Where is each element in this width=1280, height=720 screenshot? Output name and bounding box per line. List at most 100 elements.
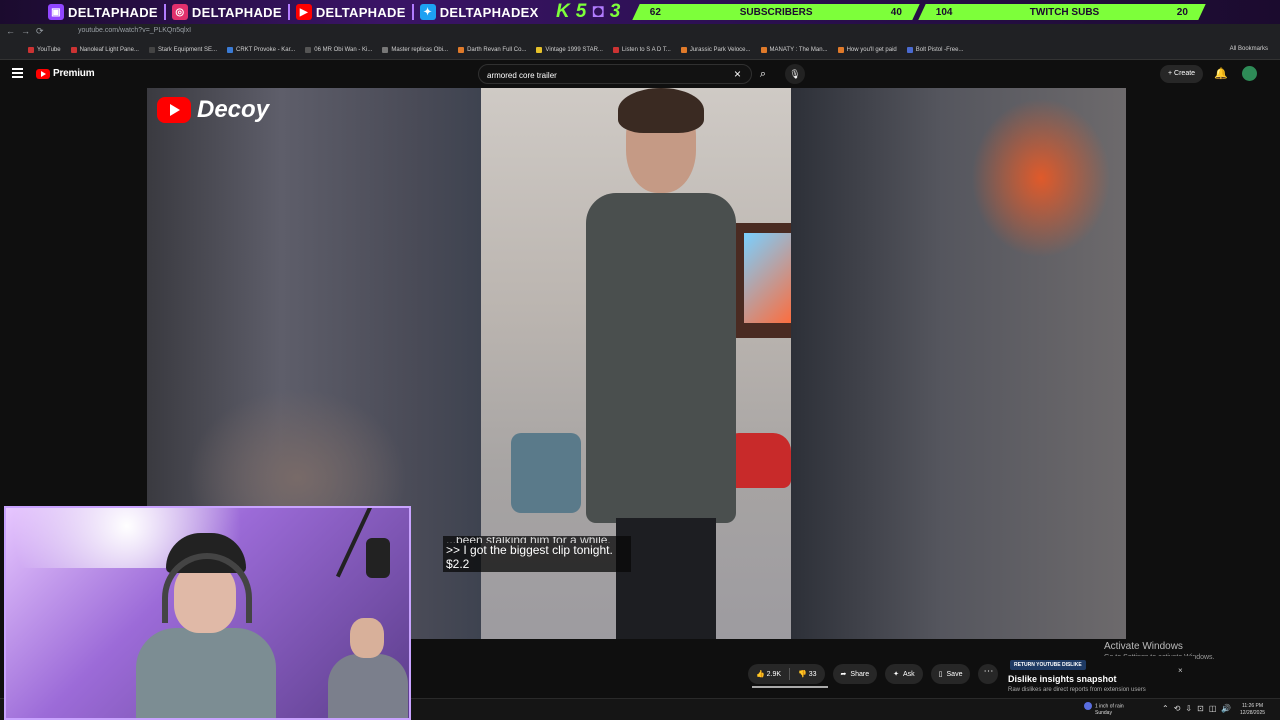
weather-day: Sunday xyxy=(1095,710,1112,717)
person-torso xyxy=(586,193,736,523)
weather-text: 1 inch of rain xyxy=(1095,703,1124,710)
twitch-subs-current: 104 xyxy=(936,6,954,18)
subscribers-current: 62 xyxy=(650,6,662,18)
system-tray-icons[interactable]: ⌃⟲⇩⊡◫🔊 xyxy=(1162,704,1236,713)
bookmark-item[interactable]: CRKT Provoke - Kar... xyxy=(227,46,295,53)
social-handle: DELTAPHADEX xyxy=(439,4,539,20)
bookmark-item[interactable]: How you'll get paid xyxy=(837,46,897,53)
bookmark-item[interactable]: 06 MR Obi Wan - Ki... xyxy=(305,46,372,53)
youtube-premium-logo[interactable]: Premium xyxy=(36,68,95,79)
taskbar-clock[interactable]: 11:26 PM 12/28/2025 xyxy=(1240,703,1265,717)
bookmark-icon: ▯ xyxy=(938,671,943,678)
toy-car-blue xyxy=(511,433,581,513)
bookmark-favicon-icon xyxy=(382,46,389,53)
bookmark-favicon-icon xyxy=(906,46,913,53)
url-text[interactable]: youtube.com/watch?v=_PLKQn5qlxI xyxy=(78,27,191,34)
ask-button[interactable]: ✦ Ask xyxy=(885,664,923,684)
clear-search-icon[interactable]: × xyxy=(734,67,741,81)
youtube-header: Premium armored core trailer × ⌕ 🎙 + Cre… xyxy=(0,60,1280,88)
weather-widget[interactable]: 1 inch of rain Sunday xyxy=(1084,702,1124,717)
logo-text: Premium xyxy=(53,68,95,79)
background-person-face xyxy=(350,618,384,658)
bookmark-item[interactable]: YouTube xyxy=(28,46,61,53)
nav-buttons[interactable]: ←→⟳ xyxy=(6,26,50,37)
activate-title: Activate Windows xyxy=(1104,641,1183,652)
social-twitter: ✦ DELTAPHADEX xyxy=(419,4,545,20)
social-instagram: ◎ DELTAPHADE xyxy=(171,4,290,20)
dislike-insights-popup: RETURN YOUTUBE DISLIKE × Dislike insight… xyxy=(1004,656,1194,700)
social-youtube: ▶ DELTAPHADE xyxy=(295,4,414,20)
divider xyxy=(789,668,791,680)
bookmark-item[interactable]: Listen to S A D T... xyxy=(612,46,671,53)
avatar[interactable] xyxy=(1242,66,1257,81)
youtube-favicon-icon xyxy=(28,46,34,53)
channel-wordmark: Decoy xyxy=(157,96,269,124)
bookmark-item[interactable]: Vintage 1999 STAR... xyxy=(536,46,603,53)
search-input[interactable]: armored core trailer × xyxy=(478,64,752,84)
dislike-button[interactable]: 👎 33 xyxy=(798,670,816,678)
microphone-icon[interactable]: 🎙 xyxy=(785,64,805,84)
tv-screen xyxy=(736,223,791,338)
twitch-subs-label: TWITCH SUBS xyxy=(1030,6,1100,18)
bookmark-item[interactable]: Darth Revan Full Co... xyxy=(458,46,526,53)
share-label: Share xyxy=(850,670,870,678)
extension-badge: RETURN YOUTUBE DISLIKE xyxy=(1010,660,1086,670)
menu-icon[interactable] xyxy=(12,68,23,78)
streamer-hoodie xyxy=(136,628,276,718)
all-bookmarks-button[interactable]: All Bookmarks xyxy=(1230,46,1268,52)
subscribers-label: SUBSCRIBERS xyxy=(739,6,813,18)
share-icon: ➦ xyxy=(840,671,847,678)
save-label: Save xyxy=(946,670,963,678)
bookmark-item[interactable]: Jurassic Park Veloce... xyxy=(680,46,751,53)
like-count: 2.9K xyxy=(766,671,782,678)
social-handles: ▣ DELTAPHADE ◎ DELTAPHADE ▶ DELTAPHADE ✦ DEL… xyxy=(48,2,545,22)
bookmark-item[interactable]: MANATY : The Man... xyxy=(760,46,828,53)
subscribers-counter: 62 SUBSCRIBERS 40 xyxy=(632,4,921,20)
twitch-logo-icon: ◘ xyxy=(592,1,604,22)
video-blur-right xyxy=(791,88,1126,639)
bookmark-item[interactable]: Nanoleaf Light Pane... xyxy=(70,46,139,53)
popup-title: Dislike insights snapshot xyxy=(1008,674,1117,684)
more-options-icon[interactable]: ⋯ xyxy=(978,664,999,684)
webcam-overlay xyxy=(4,506,411,720)
social-handle: DELTAPHADE xyxy=(68,4,158,20)
twitch-subs-goal: 20 xyxy=(1177,6,1189,18)
background-person xyxy=(328,618,408,718)
clock-date: 12/28/2025 xyxy=(1240,710,1266,716)
bookmark-favicon-icon xyxy=(760,46,767,53)
share-button[interactable]: ➦ Share xyxy=(832,664,878,684)
video-actions: 👍 2.9K 👎 33 ➦ Share ✦ Ask ▯ Save ⋯ xyxy=(748,664,999,684)
social-handle: DELTAPHADE xyxy=(315,4,406,20)
notifications-bell-icon[interactable]: 🔔 xyxy=(1214,67,1228,80)
thumbs-up-icon: 👍 xyxy=(756,671,765,678)
search-icon[interactable]: ⌕ xyxy=(752,64,774,84)
channel-name: Decoy xyxy=(197,96,270,123)
weather-icon xyxy=(1084,702,1092,710)
social-twitch: ▣ DELTAPHADE xyxy=(48,4,166,20)
bookmark-favicon-icon xyxy=(536,46,543,53)
bookmark-favicon-icon xyxy=(148,46,155,53)
bookmark-favicon-icon xyxy=(305,46,312,53)
bookmarks-bar: YouTube Nanoleaf Light Pane... Stark Equ… xyxy=(0,40,1280,60)
bookmark-favicon-icon xyxy=(680,46,687,53)
like-button[interactable]: 👍 2.9K xyxy=(756,670,781,678)
popup-subtitle: Raw dislikes are direct reports from ext… xyxy=(1008,687,1146,693)
close-icon[interactable]: × xyxy=(1178,666,1183,675)
ask-label: Ask xyxy=(902,670,915,678)
twitter-icon: ✦ xyxy=(419,4,436,20)
search-value[interactable]: armored core trailer xyxy=(487,71,557,80)
stream-overlay-banner: ▣ DELTAPHADE ◎ DELTAPHADE ▶ DELTAPHADE ✦ DEL… xyxy=(0,0,1280,24)
save-button[interactable]: ▯ Save xyxy=(930,664,971,684)
twitch-count: 3 xyxy=(609,1,621,22)
create-button[interactable]: + Create xyxy=(1160,65,1204,83)
dislike-count: 33 xyxy=(808,671,817,678)
bookmark-item[interactable]: Master replicas Obi... xyxy=(382,46,448,53)
kick-count: 5 xyxy=(575,1,587,22)
browser-address-bar[interactable]: ←→⟳ youtube.com/watch?v=_PLKQn5qlxI xyxy=(0,24,1280,40)
person-legs xyxy=(616,518,716,639)
twitch-subs-counter: 104 TWITCH SUBS 20 xyxy=(918,4,1207,20)
clock-time: 11:26 PM xyxy=(1242,703,1264,709)
bookmark-item[interactable]: Stark Equipment SE... xyxy=(148,46,217,53)
person-hair xyxy=(618,88,704,133)
bookmark-item[interactable]: Bolt Pistol -Free... xyxy=(906,46,963,53)
